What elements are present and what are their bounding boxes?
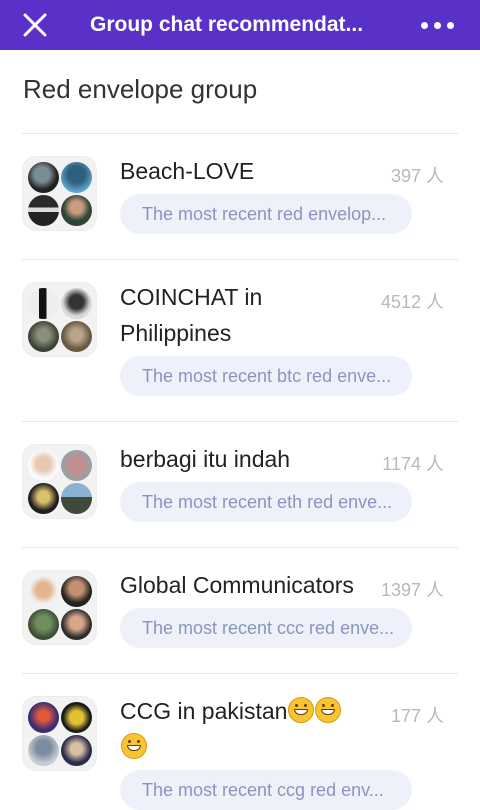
- member-avatar: [28, 162, 59, 193]
- member-avatar: [61, 450, 92, 481]
- group-name: Global Communicators: [120, 572, 354, 598]
- close-button[interactable]: [0, 0, 70, 50]
- member-avatar: [61, 288, 92, 319]
- page-title: Group chat recommendat...: [90, 13, 364, 36]
- row-divider: [22, 421, 458, 422]
- member-count: 1174 人: [382, 454, 444, 474]
- member-avatar: [61, 321, 92, 352]
- member-avatar: [28, 609, 59, 640]
- section-divider: [22, 133, 458, 134]
- group-name: berbagi itu indah: [120, 446, 291, 472]
- member-count: 1397 人: [380, 580, 444, 600]
- row-divider: [22, 259, 458, 260]
- row-divider: [22, 547, 458, 548]
- group-avatar: [22, 570, 97, 645]
- member-avatar: [61, 735, 92, 766]
- member-avatar: [61, 162, 92, 193]
- group-avatar: [22, 282, 97, 357]
- recent-red-envelope-preview[interactable]: The most recent red envelop...: [120, 194, 412, 234]
- member-count: 4512 人: [380, 292, 444, 312]
- member-avatar: [61, 576, 92, 607]
- member-avatar: [28, 702, 59, 733]
- recent-red-envelope-preview[interactable]: The most recent eth red enve...: [120, 482, 412, 522]
- member-avatar: [28, 195, 59, 226]
- member-avatar: [28, 483, 59, 514]
- group-name: CCG in pakistan: [120, 693, 375, 765]
- member-avatar: [28, 735, 59, 766]
- more-dots-icon: [418, 21, 457, 29]
- member-avatar: [61, 702, 92, 733]
- member-avatar: [28, 321, 59, 352]
- section-title: Red envelope group: [23, 74, 258, 104]
- member-count: 397 人: [390, 166, 444, 186]
- group-avatar: [22, 156, 97, 231]
- member-avatar: [28, 450, 59, 481]
- recent-red-envelope-preview[interactable]: The most recent ccc red enve...: [120, 608, 412, 648]
- group-name-text: CCG in pakistan: [120, 698, 288, 724]
- recent-red-envelope-preview[interactable]: The most recent ccg red env...: [120, 770, 412, 810]
- group-name: Beach-LOVE: [120, 158, 255, 184]
- top-app-bar: Group chat recommendat...: [0, 0, 480, 50]
- group-name: COINCHAT in Philippines: [120, 284, 263, 346]
- grinning-face-emoji-icon: [288, 697, 315, 723]
- grinning-face-emoji-icon: [121, 733, 147, 759]
- row-divider: [22, 673, 458, 674]
- group-avatar: [22, 696, 97, 771]
- recent-red-envelope-preview[interactable]: The most recent btc red enve...: [120, 356, 412, 396]
- member-avatar: [28, 288, 59, 319]
- member-avatar: [61, 609, 92, 640]
- member-avatar: [61, 483, 92, 514]
- group-avatar: [22, 444, 97, 519]
- member-count: 177 人: [390, 706, 444, 726]
- grinning-face-emoji-icon: [315, 697, 342, 723]
- more-options-button[interactable]: [394, 0, 480, 50]
- member-avatar: [61, 195, 92, 226]
- close-icon: [22, 12, 48, 38]
- member-avatar: [28, 576, 59, 607]
